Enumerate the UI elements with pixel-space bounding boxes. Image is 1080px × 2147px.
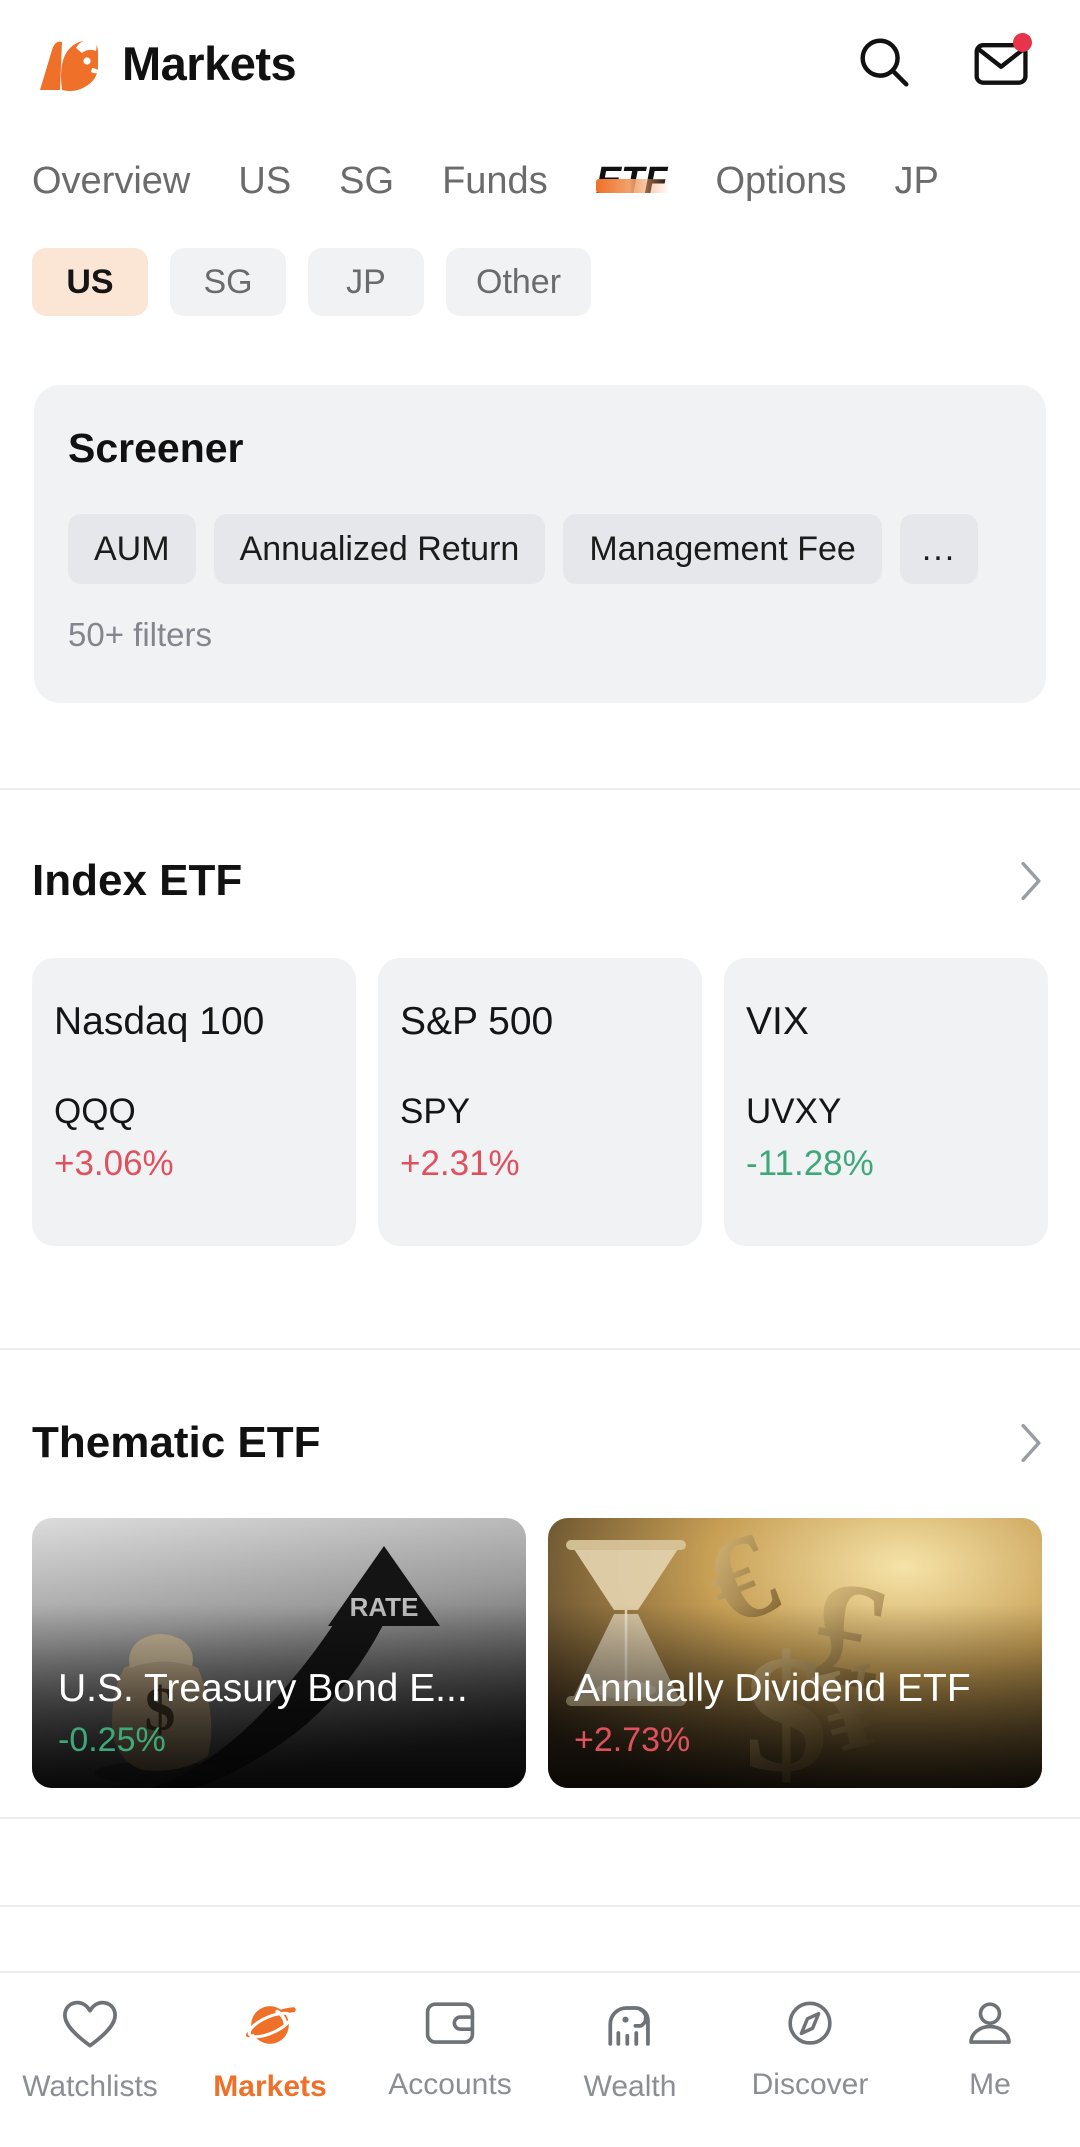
- compass-icon: [782, 1999, 838, 2054]
- search-icon[interactable]: [852, 31, 916, 95]
- tag-label: ...: [921, 529, 957, 568]
- nav-label: Discover: [751, 2068, 869, 2101]
- index-etf-card[interactable]: VIX UVXY -11.28%: [724, 958, 1048, 1246]
- thematic-card-text: U.S. Treasury Bond E... -0.25%: [58, 1667, 506, 1760]
- tab-sg[interactable]: SG: [315, 160, 418, 203]
- nav-label: Me: [969, 2068, 1011, 2101]
- unread-badge-dot: [1013, 33, 1032, 52]
- thematic-card-title: Annually Dividend ETF: [574, 1667, 971, 1710]
- thematic-etf-card-list[interactable]: RATE $ U.S. Treasury Bond E... -0.25%: [32, 1518, 1080, 1788]
- nav-item-watchlists[interactable]: Watchlists: [0, 1999, 180, 2104]
- region-chip-us[interactable]: US: [32, 248, 148, 316]
- tab-us[interactable]: US: [214, 160, 315, 203]
- nav-item-discover[interactable]: Discover: [720, 1999, 900, 2102]
- tab-label: Funds: [442, 159, 548, 202]
- tab-label: JP: [894, 159, 939, 202]
- thematic-card-title: U.S. Treasury Bond E...: [58, 1667, 468, 1710]
- screener-filters-count: 50+ filters: [68, 616, 212, 653]
- tab-label: US: [238, 159, 292, 202]
- index-etf-title: Index ETF: [32, 856, 243, 905]
- nav-label: Wealth: [583, 2070, 677, 2103]
- active-tab-indicator: [595, 178, 670, 193]
- bottom-navigation[interactable]: Watchlists Markets Accounts Wealth Disco…: [0, 1971, 1080, 2147]
- region-filter-chips[interactable]: US SG JP Other: [32, 248, 592, 316]
- index-ticker: SPY: [400, 1092, 471, 1131]
- screener-card[interactable]: Screener AUM Annualized Return Managemen…: [34, 385, 1046, 703]
- mail-icon[interactable]: [970, 31, 1034, 95]
- page-title: Markets: [122, 36, 297, 90]
- tab-jp[interactable]: JP: [870, 160, 962, 203]
- tag-label: AUM: [94, 529, 170, 568]
- thematic-card-change: -0.25%: [58, 1721, 166, 1759]
- nav-label: Accounts: [388, 2068, 512, 2101]
- chevron-right-icon[interactable]: [1018, 1421, 1048, 1465]
- index-name: Nasdaq 100: [54, 1000, 265, 1043]
- markets-etf-screen: Markets Overview US SG Funds ET: [0, 0, 1080, 2147]
- planet-icon: [241, 1999, 299, 2056]
- index-etf-card-list[interactable]: Nasdaq 100 QQQ +3.06% S&P 500 SPY +2.31%…: [32, 958, 1080, 1246]
- nav-item-markets[interactable]: Markets: [180, 1999, 360, 2104]
- nav-item-wealth[interactable]: Wealth: [540, 1999, 720, 2104]
- section-divider: [0, 788, 1080, 790]
- index-name: S&P 500: [400, 1000, 554, 1043]
- tag-label: Annualized Return: [239, 529, 520, 568]
- heart-icon: [61, 1999, 119, 2056]
- region-chip-other[interactable]: Other: [446, 248, 592, 316]
- index-change: +2.31%: [400, 1144, 520, 1183]
- chip-label: US: [66, 262, 114, 301]
- section-divider: [0, 1817, 1080, 1819]
- thematic-etf-card[interactable]: € £ $ ¥ Annuall: [548, 1518, 1042, 1788]
- tab-label: Overview: [32, 159, 191, 202]
- index-ticker: QQQ: [54, 1092, 136, 1131]
- index-etf-section-header[interactable]: Index ETF: [32, 856, 1048, 906]
- screener-tag-more[interactable]: ...: [899, 514, 979, 584]
- tab-label: SG: [339, 159, 395, 202]
- section-divider: [0, 1348, 1080, 1350]
- screener-tag-management-fee[interactable]: Management Fee: [563, 514, 882, 584]
- screener-tag-list: AUM Annualized Return Management Fee ...: [68, 514, 1012, 584]
- screener-tag-aum[interactable]: AUM: [68, 514, 196, 584]
- tab-options[interactable]: Options: [691, 160, 870, 203]
- screener-title: Screener: [68, 425, 244, 471]
- chip-label: SG: [203, 262, 253, 301]
- thematic-card-change: +2.73%: [574, 1721, 691, 1759]
- chip-label: Other: [476, 262, 562, 301]
- person-icon: [962, 1999, 1018, 2054]
- elephant-icon: [601, 1999, 659, 2056]
- thematic-etf-card[interactable]: RATE $ U.S. Treasury Bond E... -0.25%: [32, 1518, 526, 1788]
- index-etf-card[interactable]: Nasdaq 100 QQQ +3.06%: [32, 958, 356, 1246]
- thematic-etf-title: Thematic ETF: [32, 1418, 321, 1467]
- index-change: +3.06%: [54, 1144, 174, 1183]
- index-ticker: UVXY: [746, 1092, 842, 1131]
- chip-label: JP: [346, 262, 386, 301]
- app-header: Markets: [0, 0, 1080, 126]
- thematic-etf-section-header[interactable]: Thematic ETF: [32, 1418, 1048, 1468]
- tag-label: Management Fee: [589, 529, 856, 568]
- nav-label: Markets: [213, 2070, 327, 2103]
- brand: Markets: [32, 32, 297, 94]
- region-chip-sg[interactable]: SG: [170, 248, 286, 316]
- screener-tag-annualized-return[interactable]: Annualized Return: [213, 514, 546, 584]
- nav-item-me[interactable]: Me: [900, 1999, 1080, 2102]
- market-tabs[interactable]: Overview US SG Funds ETF Options JP: [0, 126, 1080, 236]
- tab-etf[interactable]: ETF: [572, 160, 692, 203]
- nav-label: Watchlists: [22, 2070, 158, 2103]
- index-name: VIX: [746, 1000, 809, 1043]
- tab-overview[interactable]: Overview: [32, 160, 214, 203]
- tab-label: Options: [715, 159, 847, 202]
- region-chip-jp[interactable]: JP: [308, 248, 424, 316]
- chevron-right-icon[interactable]: [1018, 859, 1048, 903]
- wallet-icon: [422, 1999, 478, 2054]
- nav-item-accounts[interactable]: Accounts: [360, 1999, 540, 2102]
- header-actions: [852, 31, 1048, 95]
- index-change: -11.28%: [746, 1144, 874, 1183]
- index-etf-card[interactable]: S&P 500 SPY +2.31%: [378, 958, 702, 1246]
- bull-logo-icon: [32, 32, 104, 94]
- section-divider: [0, 1905, 1080, 1907]
- thematic-card-text: Annually Dividend ETF +2.73%: [574, 1667, 1022, 1760]
- tab-funds[interactable]: Funds: [418, 160, 572, 203]
